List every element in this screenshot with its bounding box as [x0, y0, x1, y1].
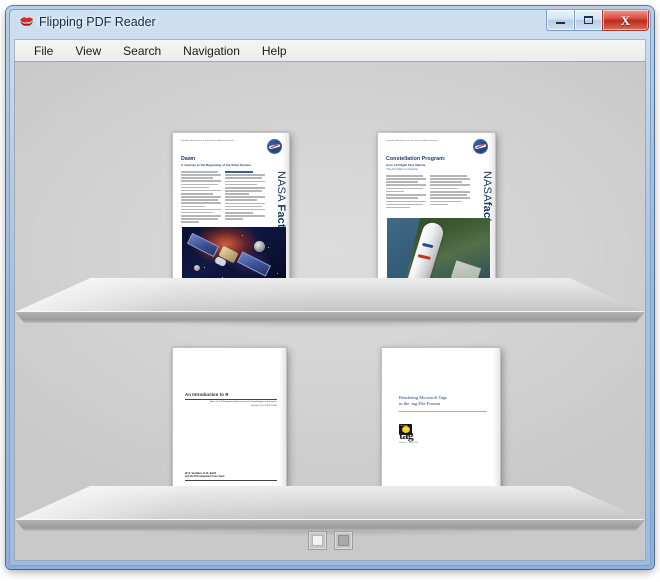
book-thumbnail-dawn[interactable]: National Aeronautics and Space Administr…: [172, 132, 290, 294]
nasa-facts-side-brand: NASA Facts: [275, 171, 287, 235]
document-title-tag-line-2: in the .tag File Format: [399, 401, 440, 407]
title-block-intro-r: An Introduction to R Notes on R: A Progr…: [185, 392, 277, 408]
tag-logo-caption: Version 1 - June 2011: [399, 442, 419, 444]
book-thumbnail-tag[interactable]: Rendering Microsoft Tags in the .tag Fil…: [381, 347, 501, 504]
shelf-front-face: [15, 312, 645, 323]
double-page-icon: [337, 535, 349, 546]
maximize-icon: [584, 16, 593, 24]
bookshelf-view: National Aeronautics and Space Administr…: [15, 62, 645, 560]
document-title-ares: Constellation Program:: [386, 156, 446, 162]
title-rule: [185, 398, 277, 400]
maximize-button[interactable]: [574, 10, 603, 31]
window-inner-frame: Flipping PDF Reader X File View Search N…: [9, 9, 651, 566]
pdf-page-intro-r: An Introduction to R Notes on R: A Progr…: [173, 348, 286, 503]
tag-logo-micro-label: Microsoft: [400, 424, 408, 427]
menu-item-help[interactable]: Help: [251, 42, 298, 60]
menu-item-navigation[interactable]: Navigation: [172, 42, 251, 60]
pdf-page-tag: Rendering Microsoft Tags in the .tag Fil…: [382, 348, 500, 503]
shelf-gloss: [15, 278, 645, 312]
close-button[interactable]: X: [602, 10, 649, 31]
nasa-logo-icon: [267, 139, 282, 154]
document-subtitle-line-2: Version 2.15.2 (2012-10-26): [251, 405, 277, 408]
window-title: Flipping PDF Reader: [39, 15, 156, 29]
shelf-front-face: [15, 520, 645, 531]
rocket-red-stripe: [417, 254, 431, 261]
menu-item-file[interactable]: File: [23, 42, 64, 60]
single-page-icon: [311, 535, 323, 546]
body-text-columns: [181, 171, 265, 224]
title-rule: [399, 411, 487, 412]
document-subtitle-ares: Ares I-X Flight Test Vehicle: [386, 163, 426, 167]
body-column-left: [181, 171, 221, 224]
page-view-controls: [15, 531, 645, 550]
shelf-gloss: [15, 486, 645, 520]
body-text-columns: [386, 175, 470, 210]
ares-rocket-image: [387, 218, 490, 288]
author-line-2: and the R Development Core Team: [185, 474, 225, 478]
book-thumbnail-ares[interactable]: National Aeronautics and Space Administr…: [377, 132, 496, 294]
single-page-view-button[interactable]: [307, 531, 327, 550]
client-area: National Aeronautics and Space Administr…: [14, 61, 646, 561]
document-subtitle-line-1: Notes on R: A Programming Environment fo…: [209, 400, 277, 403]
author-rule: [185, 480, 277, 481]
microsoft-tag-logo: Microsoft tag Version 1 - June 2011: [399, 424, 429, 444]
author-block-intro-r: W. N. Venables, D. M. Smith and the R De…: [185, 472, 277, 481]
nasa-logo-icon: [473, 139, 488, 154]
application-window: Flipping PDF Reader X File View Search N…: [6, 6, 654, 569]
dawn-spacecraft-image: [182, 227, 286, 284]
section-heading-rule: [225, 171, 253, 173]
double-page-view-button[interactable]: [333, 531, 353, 550]
title-block-tag: Rendering Microsoft Tags in the .tag Fil…: [399, 395, 487, 412]
desktop-background: Flipping PDF Reader X File View Search N…: [0, 0, 660, 582]
shelf-drop-shadow: [52, 323, 608, 335]
rocket-blue-stripe: [421, 243, 434, 249]
document-subtitle-dawn: A Journey to the Beginning of the Solar …: [181, 163, 252, 167]
minimize-icon: [556, 21, 565, 24]
body-column-right: [430, 175, 470, 210]
body-column-left: [386, 175, 426, 210]
menu-item-view[interactable]: View: [64, 42, 112, 60]
window-controls: X: [546, 10, 649, 31]
book-thumbnail-intro-r[interactable]: An Introduction to R Notes on R: A Progr…: [172, 347, 287, 504]
menu-item-search[interactable]: Search: [112, 42, 172, 60]
document-title-intro-r: An Introduction to R: [185, 392, 229, 397]
title-bar[interactable]: Flipping PDF Reader X: [10, 10, 650, 37]
tag-logo-wordmark: tag: [399, 428, 414, 442]
pdf-book-icon: [20, 17, 34, 26]
document-tagline-ares: "The First Flight of a New Era": [386, 168, 419, 171]
pdf-page-dawn: National Aeronautics and Space Administr…: [173, 133, 289, 293]
document-title-dawn: Dawn: [181, 156, 196, 162]
menu-bar: File View Search Navigation Help: [14, 39, 646, 61]
close-icon: X: [620, 12, 631, 28]
pdf-page-ares: National Aeronautics and Space Administr…: [378, 133, 495, 293]
minimize-button[interactable]: [546, 10, 575, 31]
body-column-right: [225, 171, 265, 224]
